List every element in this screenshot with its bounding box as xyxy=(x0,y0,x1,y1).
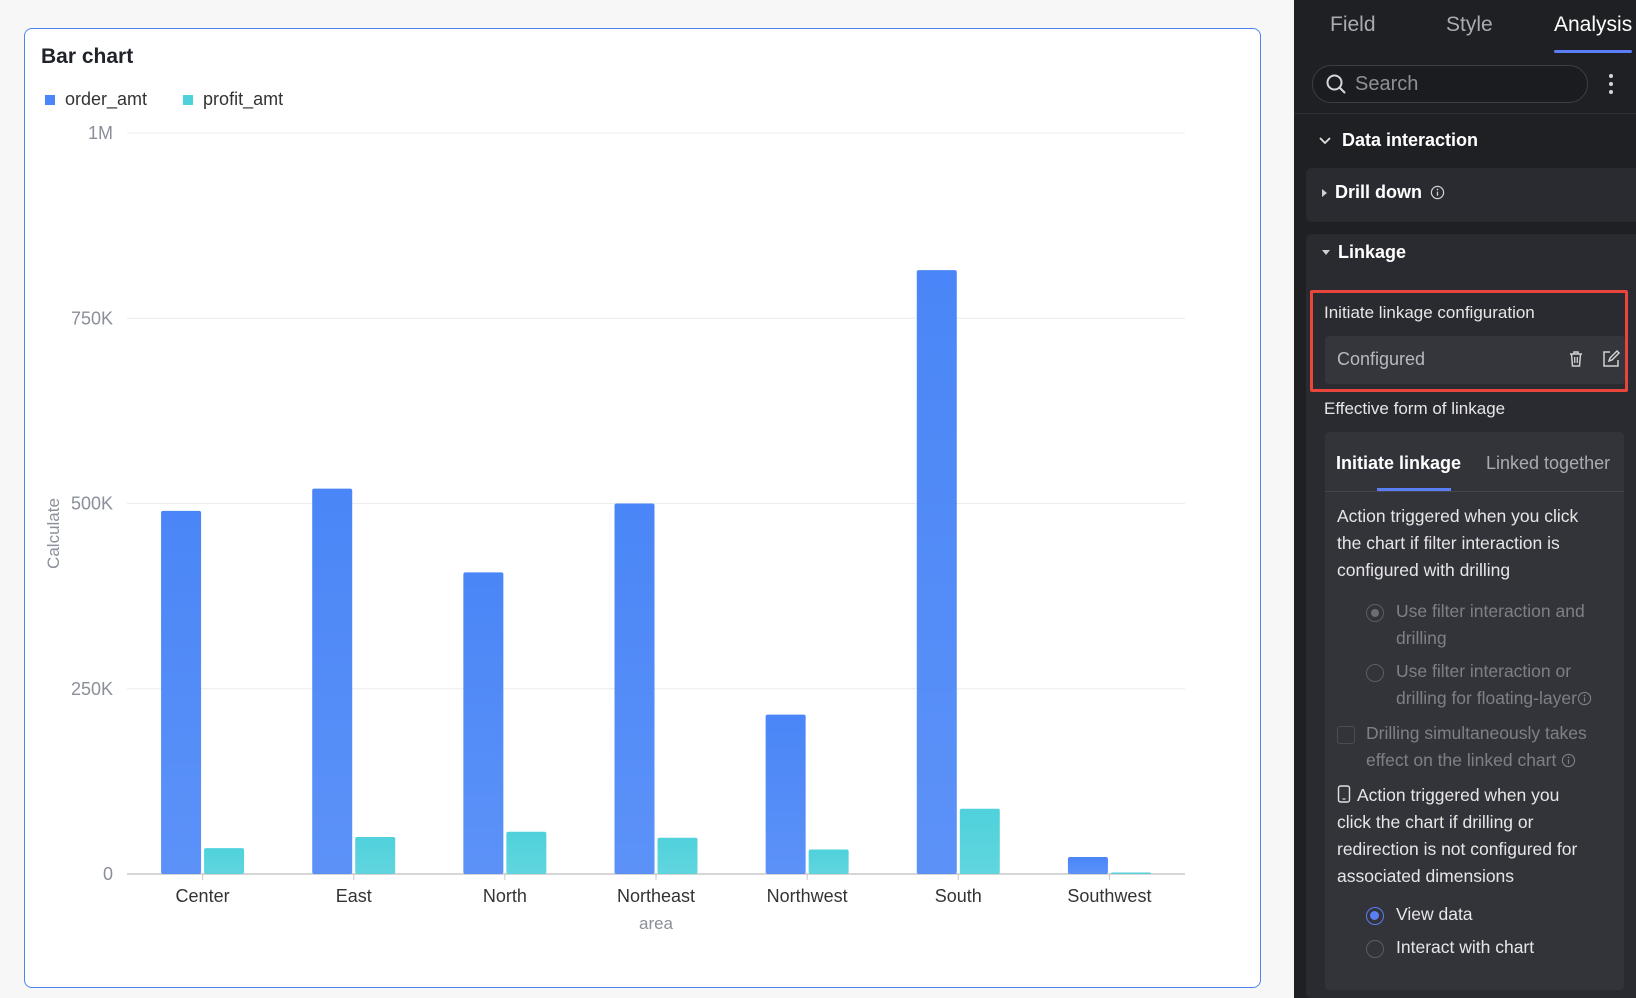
option-line: effect on the linked chart xyxy=(1366,750,1557,770)
inner-divider xyxy=(1325,491,1624,492)
linkage-label: Linkage xyxy=(1338,242,1407,262)
drill-down-group[interactable]: Drill down xyxy=(1306,168,1636,222)
option-filter-or-drilling: Use filter interaction or drilling for f… xyxy=(1396,658,1592,712)
radio-view-data[interactable] xyxy=(1366,907,1384,925)
option-line: Drilling simultaneously takes xyxy=(1366,723,1587,743)
effective-form-label: Effective form of linkage xyxy=(1324,399,1506,418)
y-tick-label: 250K xyxy=(71,679,113,699)
bar-profit_amt xyxy=(355,836,396,874)
search-box[interactable] xyxy=(1312,65,1588,103)
para-line: the chart if filter interaction is xyxy=(1337,533,1560,553)
y-axis-title: Calculate xyxy=(44,498,63,569)
panel-tabs: Field Style Analysis xyxy=(1294,0,1636,54)
linkage-header[interactable]: Linkage xyxy=(1322,242,1406,263)
option-line: Use filter interaction and xyxy=(1396,601,1585,621)
legend-swatch-profit-amt xyxy=(183,94,194,105)
radio-filter-and-drilling[interactable] xyxy=(1366,604,1384,622)
linkage-form-box: Initiate linkage Linked together Action … xyxy=(1325,432,1624,990)
para-line: Action triggered when you click xyxy=(1337,506,1579,526)
bar-profit_amt xyxy=(959,808,1000,874)
tab-analysis[interactable]: Analysis xyxy=(1554,13,1632,37)
radio-filter-or-drilling[interactable] xyxy=(1366,664,1384,682)
mobile-icon xyxy=(1337,785,1351,803)
option-interact-with-chart: Interact with chart xyxy=(1396,937,1535,957)
option-line: Use filter interaction or xyxy=(1396,661,1572,681)
bar-profit_amt xyxy=(204,848,245,874)
legend-label-profit-amt: profit_amt xyxy=(203,89,284,109)
chart-title: Bar chart xyxy=(41,45,134,68)
bar-order_amt xyxy=(916,270,957,874)
para-line-with-icon: Action triggered when you xyxy=(1337,782,1617,809)
para-line: associated dimensions xyxy=(1337,866,1515,886)
filter-drill-description: Action triggered when you click the char… xyxy=(1337,503,1617,584)
x-tick-label: Northwest xyxy=(767,886,848,906)
y-tick-label: 750K xyxy=(71,308,113,328)
x-tick-label: Northeast xyxy=(617,886,695,906)
drill-down-header[interactable]: Drill down xyxy=(1322,182,1445,203)
active-tab-indicator xyxy=(1554,50,1632,53)
highlight-box xyxy=(1310,290,1628,392)
radio-interact-with-chart[interactable] xyxy=(1366,940,1384,958)
legend-label-order-amt: order_amt xyxy=(65,89,148,109)
x-tick-label: North xyxy=(483,886,527,906)
x-axis-title: area xyxy=(639,914,674,933)
bar-order_amt xyxy=(312,488,353,874)
info-icon[interactable] xyxy=(1577,691,1592,706)
bar-order_amt xyxy=(614,503,655,874)
info-icon[interactable] xyxy=(1561,753,1576,768)
info-icon[interactable] xyxy=(1430,185,1445,200)
para-line: Action triggered when you xyxy=(1357,785,1560,805)
tab-field[interactable]: Field xyxy=(1330,13,1376,37)
legend-item-order-amt[interactable]: order_amt xyxy=(45,89,147,110)
chart-card[interactable]: 0 250K 500K 750K 1M Center East North Northeast N… xyxy=(24,28,1261,988)
drill-down-label: Drill down xyxy=(1335,182,1422,202)
drill-linked-checkbox[interactable] xyxy=(1337,726,1355,744)
bar-order_amt xyxy=(463,572,504,874)
bar-order_amt xyxy=(161,510,202,874)
x-tick-label: South xyxy=(935,886,982,906)
chart-legend: order_amt profit_amt xyxy=(45,89,283,110)
option-filter-and-drilling: Use filter interaction and drilling xyxy=(1396,598,1585,652)
y-tick-label: 0 xyxy=(103,864,113,884)
option-line-with-info: drilling for floating-layer xyxy=(1396,685,1592,712)
bar-order_amt xyxy=(765,714,806,874)
bar-profit_amt xyxy=(506,831,547,874)
bar-profit_amt xyxy=(657,837,698,874)
option-view-data: View data xyxy=(1396,904,1473,924)
panel-divider xyxy=(1294,113,1636,114)
option-line: drilling xyxy=(1396,628,1447,648)
y-tick-label: 1M xyxy=(88,123,113,143)
no-drill-description: Action triggered when you click the char… xyxy=(1337,782,1617,890)
para-line: click the chart if drilling or xyxy=(1337,812,1534,832)
y-tick-label: 500K xyxy=(71,494,113,514)
x-tick-label: Center xyxy=(176,886,230,906)
chevron-down-icon xyxy=(1319,136,1331,144)
search-input[interactable] xyxy=(1355,72,1575,96)
bar-profit_amt xyxy=(1110,872,1151,874)
para-line: configured with drilling xyxy=(1337,560,1511,580)
legend-item-profit-amt[interactable]: profit_amt xyxy=(183,89,283,110)
caret-down-icon xyxy=(1322,250,1330,255)
x-tick-label: East xyxy=(336,886,372,906)
search-icon xyxy=(1326,74,1346,94)
bar-profit_amt xyxy=(808,849,849,874)
legend-swatch-order-amt xyxy=(45,94,55,105)
data-interaction-header[interactable]: Data interaction xyxy=(1318,130,1478,151)
caret-right-icon xyxy=(1322,188,1327,197)
option-line-with-info: effect on the linked chart xyxy=(1366,747,1587,774)
bar-order_amt xyxy=(1067,856,1108,874)
x-tick-label: Southwest xyxy=(1067,886,1151,906)
data-interaction-title: Data interaction xyxy=(1342,130,1479,150)
tab-style[interactable]: Style xyxy=(1446,13,1493,37)
drill-linked-option: Drilling simultaneously takes effect on … xyxy=(1366,720,1587,774)
bar-chart-svg: 0 250K 500K 750K 1M Center East North Northeast N… xyxy=(44,123,1185,933)
more-options-icon[interactable] xyxy=(1605,71,1617,97)
option-line: drilling for floating-layer xyxy=(1396,688,1577,708)
tab-initiate-linkage[interactable]: Initiate linkage xyxy=(1336,453,1461,474)
tab-linked-together[interactable]: Linked together xyxy=(1486,453,1610,474)
para-line: redirection is not configured for xyxy=(1337,839,1578,859)
